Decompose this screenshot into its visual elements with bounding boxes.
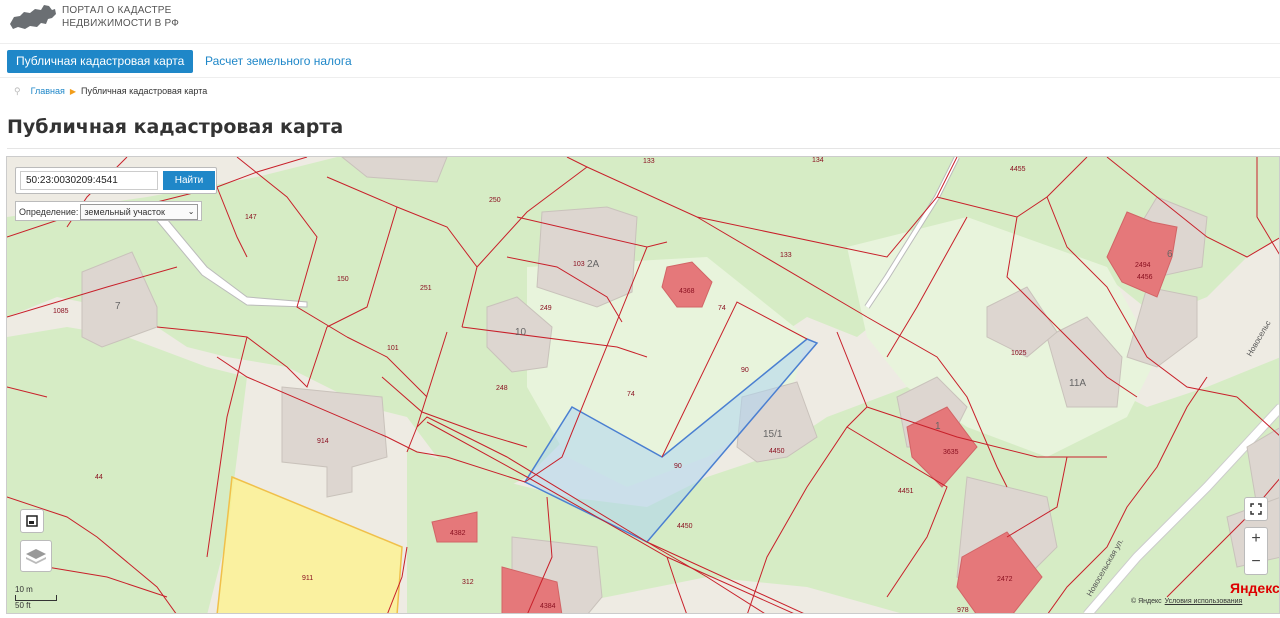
zoom-control: + − [1244, 527, 1268, 575]
chevron-down-icon: ⌄ [187, 207, 195, 216]
tab-land-tax[interactable]: Расчет земельного налога [205, 50, 352, 73]
map-fit-button[interactable] [20, 509, 44, 533]
yandex-logo[interactable]: Яндекс [1230, 580, 1279, 596]
parcel-label[interactable]: 251 [420, 285, 432, 292]
parcel-label[interactable]: 3635 [943, 449, 959, 456]
scale-metric: 10 m [15, 585, 33, 594]
definition-control: Определение: земельный участок ⌄ [15, 201, 203, 221]
parcel-label[interactable]: 150 [337, 276, 349, 283]
parcel-label[interactable]: 101 [387, 345, 399, 352]
parcel-label[interactable]: 1085 [53, 308, 69, 315]
frame-icon [26, 515, 38, 527]
parcel-label[interactable]: 90 [741, 367, 749, 374]
parcel-label[interactable]: 4450 [769, 448, 785, 455]
parcel-label[interactable]: 133 [780, 252, 792, 259]
parcel-label[interactable]: 2494 [1135, 262, 1151, 269]
definition-label: Определение: [19, 207, 79, 217]
main-nav: Публичная кадастровая карта Расчет земел… [0, 48, 1280, 78]
russia-map-logo-icon[interactable] [8, 2, 58, 32]
breadcrumb-home-link[interactable]: Главная [31, 86, 65, 96]
map-canvas[interactable]: 133 134 4455 250 147 103 133 4368 2494 4… [7, 157, 1280, 614]
logo-line2: НЕДВИЖИМОСТИ В РФ [62, 18, 180, 29]
cadastral-map[interactable]: 133 134 4455 250 147 103 133 4368 2494 4… [6, 156, 1280, 614]
breadcrumb: ⚲ Главная ▶ Публичная кадастровая карта [14, 86, 207, 97]
parcel-label[interactable]: 911 [302, 575, 313, 582]
building-number: 1 [935, 421, 941, 432]
parcel-label[interactable]: 312 [462, 579, 474, 586]
parcel-label[interactable]: 74 [718, 305, 726, 312]
building-number: 2А [587, 259, 600, 270]
parcel-label[interactable]: 4456 [1137, 274, 1153, 281]
parcel-label[interactable]: 978 [957, 607, 969, 614]
breadcrumb-current: Публичная кадастровая карта [81, 86, 208, 96]
parcel-label[interactable]: 4384 [540, 603, 556, 610]
parcel-label[interactable]: 4451 [898, 488, 914, 495]
fullscreen-button[interactable] [1244, 497, 1268, 521]
definition-select[interactable]: земельный участок ⌄ [80, 204, 199, 220]
parcel-label[interactable]: 90 [674, 463, 682, 470]
parcel-label[interactable]: 4368 [679, 288, 695, 295]
cadastral-search: Найти [15, 167, 217, 194]
location-pin-icon: ⚲ [14, 86, 21, 96]
site-header: ПОРТАЛ О КАДАСТРЕ НЕДВИЖИМОСТИ В РФ [0, 0, 1280, 44]
map-copyright: © Яндекс Условия использования [1131, 598, 1242, 605]
copyright-text: © Яндекс [1131, 598, 1162, 605]
parcel-label[interactable]: 4382 [450, 530, 466, 537]
parcel-label[interactable]: 147 [245, 214, 257, 221]
layers-icon [26, 549, 46, 564]
divider [7, 148, 1280, 149]
logo-text[interactable]: ПОРТАЛ О КАДАСТРЕ НЕДВИЖИМОСТИ В РФ [62, 4, 179, 30]
parcel-label[interactable]: 134 [812, 157, 824, 164]
building-number: 7 [115, 301, 121, 312]
building-number: 11А [1069, 378, 1086, 389]
parcel-label[interactable]: 44 [95, 474, 103, 481]
parcel-label[interactable]: 133 [643, 158, 655, 165]
layers-button[interactable] [20, 540, 52, 572]
parcel-label[interactable]: 248 [496, 385, 508, 392]
parcel-label[interactable]: 4450 [677, 523, 693, 530]
scale-imperial: 50 ft [15, 601, 31, 610]
parcel-label[interactable]: 4455 [1010, 166, 1026, 173]
map-scale: 10 m 50 ft [15, 585, 57, 611]
cadastral-number-input[interactable] [20, 171, 158, 190]
parcel-label[interactable]: 250 [489, 197, 501, 204]
zoom-in-button[interactable]: + [1245, 528, 1267, 551]
tab-cadastral-map[interactable]: Публичная кадастровая карта [7, 50, 194, 73]
building-number: 15/1 [763, 429, 783, 440]
parcel-label[interactable]: 914 [317, 438, 329, 445]
building-number: 6 [1167, 249, 1173, 260]
breadcrumb-separator-icon: ▶ [69, 87, 77, 96]
parcel-label[interactable]: 1025 [1011, 350, 1027, 357]
logo-line1: ПОРТАЛ О КАДАСТРЕ [62, 5, 172, 16]
building-number: 10 [515, 327, 527, 338]
parcel-label[interactable]: 103 [573, 261, 585, 268]
parcel-label[interactable]: 249 [540, 305, 552, 312]
fullscreen-icon [1250, 503, 1262, 515]
parcel-label[interactable]: 74 [627, 391, 635, 398]
page-title: Публичная кадастровая карта [7, 116, 344, 138]
zoom-out-button[interactable]: − [1245, 551, 1267, 574]
parcel-label[interactable]: 2472 [997, 576, 1013, 583]
definition-selected: земельный участок [84, 207, 165, 217]
terms-link[interactable]: Условия использования [1165, 598, 1243, 605]
find-button[interactable]: Найти [163, 171, 215, 190]
